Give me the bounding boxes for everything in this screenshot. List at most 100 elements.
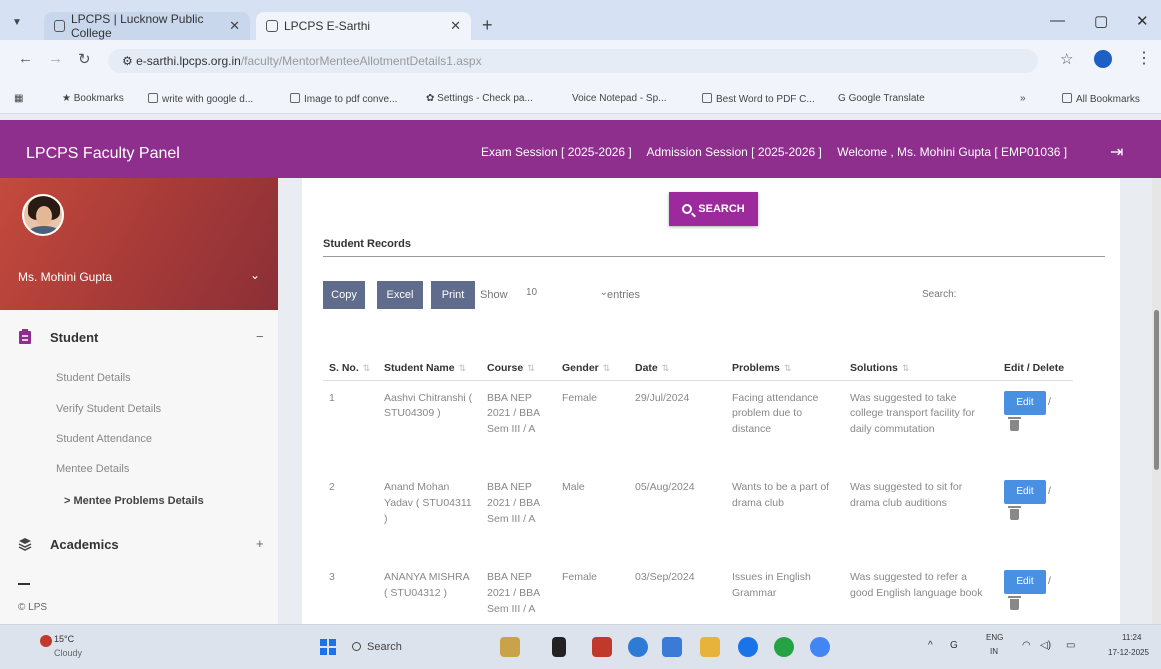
delete-trash-icon[interactable] [1008,596,1021,610]
sidebar-subitem-student-attendance[interactable]: Student Attendance [56,433,152,445]
bookmark-item[interactable]: ✿ Settings - Check pa... [426,93,533,104]
session-info: Exam Session [ 2025-2026 ] Admission Ses… [481,145,1079,159]
site-info-icon[interactable]: ⚙ [122,54,136,68]
welcome-text: Welcome , Ms. Mohini Gupta [ EMP01036 ] [837,145,1068,159]
reload-icon[interactable]: ↻ [78,50,91,68]
copy-button[interactable]: Copy [323,281,365,309]
app-icon[interactable] [592,637,612,657]
widgets-app-icon[interactable] [500,637,520,657]
forward-arrow-icon[interactable]: → [48,50,63,67]
entries-label: entries [607,289,641,301]
temperature: 15°C [54,634,75,644]
app-icon[interactable] [552,637,566,657]
column-header[interactable]: Date ⇅ [629,328,726,380]
bookmark-item[interactable]: G Google Translate [838,93,925,104]
bookmark-item[interactable]: ★ Bookmarks [62,93,124,104]
bookmark-item[interactable]: Best Word to PDF C... [702,93,815,105]
cell-date: 29/Jul/2024 [635,391,690,404]
copyright: © LPS [18,602,48,613]
column-header[interactable]: Problems ⇅ [726,328,844,380]
column-header[interactable]: Solutions ⇅ [844,328,998,380]
windows-start-icon[interactable] [320,639,336,655]
apps-grid-icon[interactable]: ▦ [14,93,23,104]
delete-trash-icon[interactable] [1008,506,1021,520]
page-favicon-icon [54,20,65,32]
search-button[interactable]: SEARCH [669,192,758,226]
app-icon[interactable] [628,637,648,657]
excel-button[interactable]: Excel [377,281,423,309]
column-header[interactable]: Student Name ⇅ [378,328,481,380]
profile-icon[interactable] [1094,50,1112,68]
close-tab-icon[interactable]: ✕ [450,18,461,34]
sidebar-subitem-verify-student-details[interactable]: Verify Student Details [56,403,161,415]
edit-button[interactable]: Edit [1004,480,1046,504]
clock-time[interactable]: 11:24 [1122,633,1141,642]
scrollbar-thumb[interactable] [1154,310,1159,470]
sidebar-subitem-mentee-problems[interactable]: > Mentee Problems Details [64,495,204,507]
column-header[interactable]: S. No. ⇅ [323,328,378,380]
minimize-icon[interactable]: — [1050,12,1065,29]
weather-icon[interactable] [40,635,52,647]
sidebar-item-academics[interactable]: Academics [18,536,119,552]
table-row: 2 Anand Mohan Yadav ( STU04311 ) BBA NEP… [323,470,1073,560]
wifi-icon[interactable]: ◠ [1022,640,1031,651]
whatsapp-icon[interactable] [774,637,794,657]
more-bookmarks-icon[interactable]: » [1020,93,1026,104]
app-icon[interactable] [662,637,682,657]
all-bookmarks[interactable]: All Bookmarks [1062,93,1140,105]
new-tab-icon[interactable]: + [482,15,493,36]
browser-tab-1[interactable]: LPCPS | Lucknow Public College ✕ [44,12,250,40]
edit-button[interactable]: Edit [1004,390,1046,415]
chrome-icon[interactable] [810,637,830,657]
table-row: 1 Aashvi Chitranshi ( STU04309 ) BBA NEP… [323,380,1073,470]
sidebar-subitem-student-details[interactable]: Student Details [56,372,131,384]
column-header[interactable]: Gender ⇅ [556,328,629,380]
show-label: Show [480,289,508,301]
tab-list-chevron-icon[interactable]: ▼ [12,17,22,28]
cell-date: 05/Aug/2024 [635,481,695,493]
cell-solution: Was suggested to take college transport … [850,391,975,436]
edit-button[interactable]: Edit [1004,570,1046,594]
column-header[interactable]: Course ⇅ [481,328,556,380]
language-indicator[interactable]: ENG [986,633,1003,642]
bookmark-star-icon[interactable]: ☆ [1060,50,1073,68]
delete-trash-icon[interactable] [1008,416,1021,431]
clock-date[interactable]: 17-12-2025 [1108,648,1149,657]
menu-kebab-icon[interactable]: ⋮ [1136,48,1152,68]
edge-browser-icon[interactable] [738,637,758,657]
search-icon [682,204,693,214]
gear-icon: ✿ [426,93,438,104]
volume-icon[interactable]: ◁) [1040,640,1051,651]
maximize-icon[interactable]: ▢ [1094,12,1108,30]
chevron-down-icon[interactable]: ⌄ [250,268,260,282]
folder-icon [1062,93,1072,103]
window-close-icon[interactable]: ✕ [1136,12,1149,30]
collapse-icon[interactable]: − [256,329,264,344]
cell-name: Aashvi Chitranshi ( STU04309 ) [384,391,473,420]
file-explorer-icon[interactable] [700,637,720,657]
battery-icon[interactable]: ▭ [1066,640,1075,651]
tab-label: LPCPS E-Sarthi [284,19,371,33]
print-button[interactable]: Print [431,281,475,309]
bookmark-item[interactable]: Voice Notepad - Sp... [572,93,667,104]
tray-app-icon[interactable]: G [950,640,958,651]
bookmark-item[interactable]: Image to pdf conve... [290,93,397,105]
sidebar-item-student[interactable]: Student [18,329,98,345]
taskbar-search[interactable]: Search [344,636,464,660]
app-title: LPCPS Faculty Panel [26,145,180,162]
address-bar[interactable]: ⚙ e-sarthi.lpcps.org.in/faculty/MentorMe… [108,49,1038,73]
bookmark-item[interactable]: write with google d... [148,93,253,105]
close-tab-icon[interactable]: ✕ [229,18,240,34]
entries-select[interactable]: 10 ⌄ [524,284,612,304]
search-field-label: Search: [922,289,957,300]
avatar [22,194,64,236]
sidebar-subitem-mentee-details[interactable]: Mentee Details [56,463,129,475]
weather-description: Cloudy [54,648,83,658]
browser-tab-2[interactable]: LPCPS E-Sarthi ✕ [256,12,471,40]
back-arrow-icon[interactable]: ← [18,50,33,67]
tray-overflow-icon[interactable]: ^ [928,640,933,651]
url-host: e-sarthi.lpcps.org.in [136,54,241,68]
expand-icon[interactable]: + [256,536,264,551]
student-records-table: S. No. ⇅ Student Name ⇅ Course ⇅ Gender ⇅ Da… [323,328,1073,650]
logout-icon[interactable]: ⇥ [1110,142,1123,162]
